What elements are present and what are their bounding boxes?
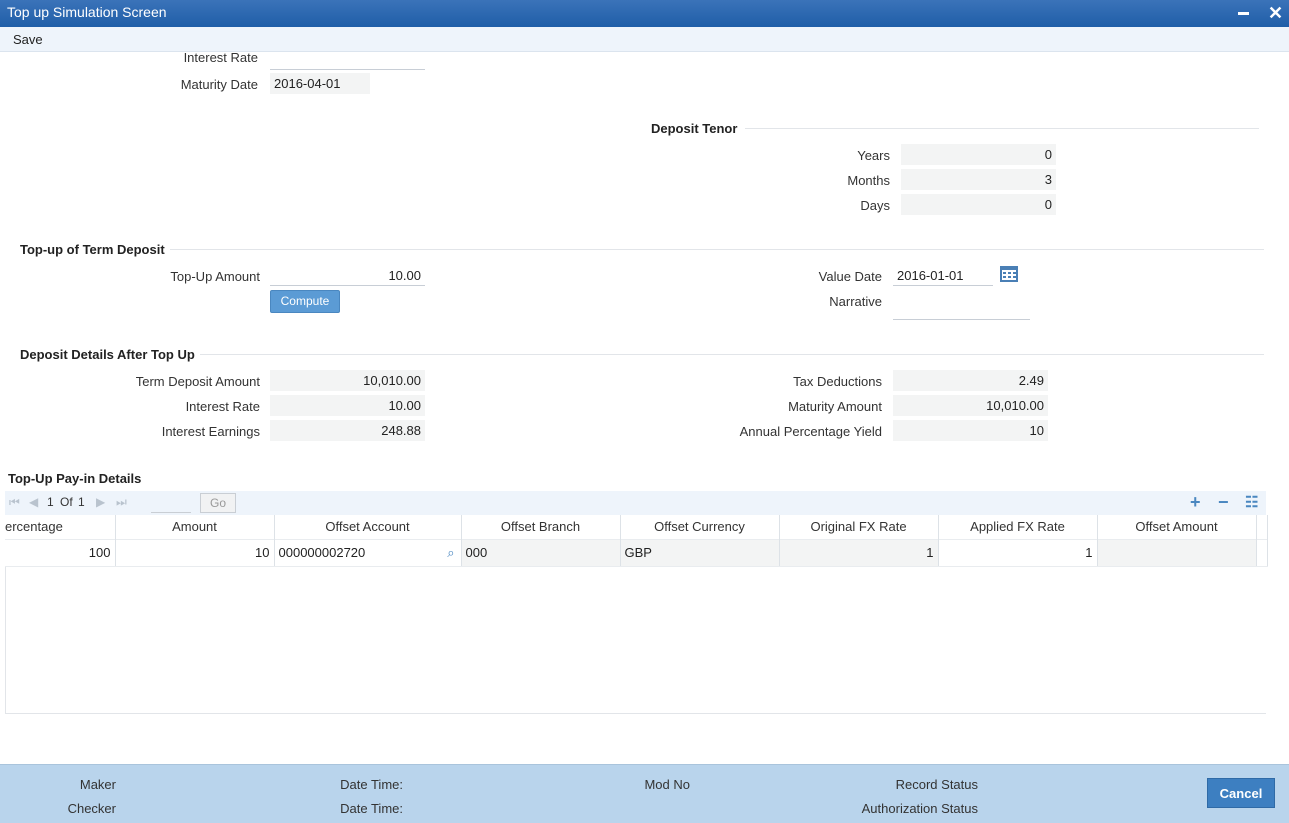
days-label: Days — [860, 198, 890, 213]
months-label: Months — [847, 173, 890, 188]
value-date-input[interactable]: 2016-01-01 — [893, 265, 993, 286]
table-row: 100 10 000000002720 ⌕ 000 GBP 1 1 — [5, 538, 1268, 567]
audit-footer: Maker Checker Date Time: Date Time: Mod … — [0, 764, 1289, 823]
cell-offset-account[interactable]: 000000002720 ⌕ — [274, 538, 462, 567]
delete-row-icon[interactable]: − — [1218, 492, 1229, 513]
next-page-icon[interactable]: ▶ — [96, 495, 105, 509]
compute-button[interactable]: Compute — [270, 290, 340, 313]
payin-section-title: Top-Up Pay-in Details — [8, 471, 142, 486]
page-total: 1 — [78, 495, 85, 509]
maturity-amount-field[interactable]: 10,010.00 — [893, 395, 1048, 416]
divider — [200, 354, 1264, 355]
cell-spacer — [1256, 538, 1268, 567]
cell-offset-amount[interactable] — [1097, 538, 1257, 567]
previous-page-icon[interactable]: ◀ — [29, 495, 38, 509]
mod-no-label: Mod No — [644, 777, 690, 792]
column-header-offset-branch[interactable]: Offset Branch — [461, 515, 621, 539]
grid-empty-area — [5, 567, 1266, 714]
save-button[interactable]: Save — [13, 32, 43, 47]
deposit-tenor-title: Deposit Tenor — [651, 121, 738, 136]
maker-date-time-label: Date Time: — [340, 777, 403, 792]
maker-label: Maker — [79, 777, 116, 792]
column-header-offset-account[interactable]: Offset Account — [274, 515, 462, 539]
interest-earnings-field[interactable]: 248.88 — [270, 420, 425, 441]
page-current: 1 — [47, 495, 54, 509]
after-topup-section-title: Deposit Details After Top Up — [20, 347, 195, 362]
maturity-amount-label: Maturity Amount — [788, 399, 882, 414]
term-deposit-amount-field[interactable]: 10,010.00 — [270, 370, 425, 391]
cell-amount[interactable]: 10 — [115, 538, 275, 567]
interest-rate-label-top: Interest Rate — [183, 52, 258, 62]
value-date-label: Value Date — [818, 269, 882, 284]
topup-amount-input[interactable]: 10.00 — [270, 265, 425, 286]
maturity-date-label: Maturity Date — [180, 77, 258, 92]
column-header-percentage[interactable]: ercentage — [5, 515, 116, 539]
cancel-button[interactable]: Cancel — [1207, 778, 1275, 808]
months-field[interactable]: 3 — [901, 169, 1056, 190]
main-content: Interest Rate Maturity Date 2016-04-01 D… — [0, 52, 1289, 764]
years-label: Years — [857, 148, 890, 163]
grid-toolbar: ⏮ ◀ 1 Of 1 ▶ ⏭ Go + − ☷ — [5, 491, 1266, 515]
page-of-label: Of — [60, 495, 73, 509]
table-header-row: ercentage Amount Offset Account Offset B… — [5, 515, 1268, 539]
divider — [170, 249, 1264, 250]
narrative-label: Narrative — [829, 294, 882, 309]
days-field[interactable]: 0 — [901, 194, 1056, 215]
cell-percentage[interactable]: 100 — [5, 538, 116, 567]
last-page-icon[interactable]: ⏭ — [116, 495, 127, 510]
years-field[interactable]: 0 — [901, 144, 1056, 165]
cell-original-fx-rate[interactable]: 1 — [779, 538, 939, 567]
annual-percentage-yield-label: Annual Percentage Yield — [739, 424, 882, 439]
page-number-input[interactable] — [151, 493, 191, 513]
calendar-icon[interactable] — [1000, 266, 1018, 282]
column-header-spacer — [1256, 515, 1268, 539]
annual-percentage-yield-field[interactable]: 10 — [893, 420, 1048, 441]
cell-offset-branch[interactable]: 000 — [461, 538, 621, 567]
checker-label: Checker — [67, 801, 116, 816]
cell-applied-fx-rate[interactable]: 1 — [938, 538, 1098, 567]
tax-deductions-label: Tax Deductions — [793, 374, 882, 389]
add-row-icon[interactable]: + — [1190, 492, 1201, 513]
menu-bar: Save — [0, 27, 1289, 52]
payin-table: ercentage Amount Offset Account Offset B… — [5, 515, 1268, 567]
interest-rate-label: Interest Rate — [185, 399, 260, 414]
tax-deductions-field[interactable]: 2.49 — [893, 370, 1048, 391]
interest-earnings-label: Interest Earnings — [161, 424, 260, 439]
go-button[interactable]: Go — [200, 493, 236, 513]
record-status-label: Record Status — [895, 777, 978, 792]
first-page-icon[interactable]: ⏮ — [9, 495, 20, 510]
term-deposit-amount-label: Term Deposit Amount — [135, 374, 260, 389]
close-icon[interactable]: ✕ — [1268, 3, 1283, 23]
interest-rate-field[interactable]: 10.00 — [270, 395, 425, 416]
interest-rate-field-top[interactable] — [270, 52, 425, 70]
search-icon[interactable]: ⌕ — [447, 545, 454, 561]
topup-amount-label: Top-Up Amount — [170, 269, 260, 284]
divider — [745, 128, 1259, 129]
column-header-applied-fx-rate[interactable]: Applied FX Rate — [938, 515, 1098, 539]
offset-account-value: 000000002720 — [278, 545, 366, 560]
column-header-original-fx-rate[interactable]: Original FX Rate — [779, 515, 939, 539]
title-bar: Top up Simulation Screen ✕ — [0, 0, 1289, 27]
window-title: Top up Simulation Screen — [7, 4, 167, 20]
minimize-icon[interactable] — [1238, 12, 1249, 15]
column-header-offset-amount[interactable]: Offset Amount — [1097, 515, 1257, 539]
maturity-date-field[interactable]: 2016-04-01 — [270, 73, 370, 94]
checker-date-time-label: Date Time: — [340, 801, 403, 816]
authorization-status-label: Authorization Status — [861, 801, 978, 816]
column-header-offset-currency[interactable]: Offset Currency — [620, 515, 780, 539]
narrative-input[interactable] — [893, 299, 1030, 320]
column-header-amount[interactable]: Amount — [115, 515, 275, 539]
cell-offset-currency[interactable]: GBP — [620, 538, 780, 567]
columns-menu-icon[interactable]: ☷ — [1245, 493, 1258, 511]
